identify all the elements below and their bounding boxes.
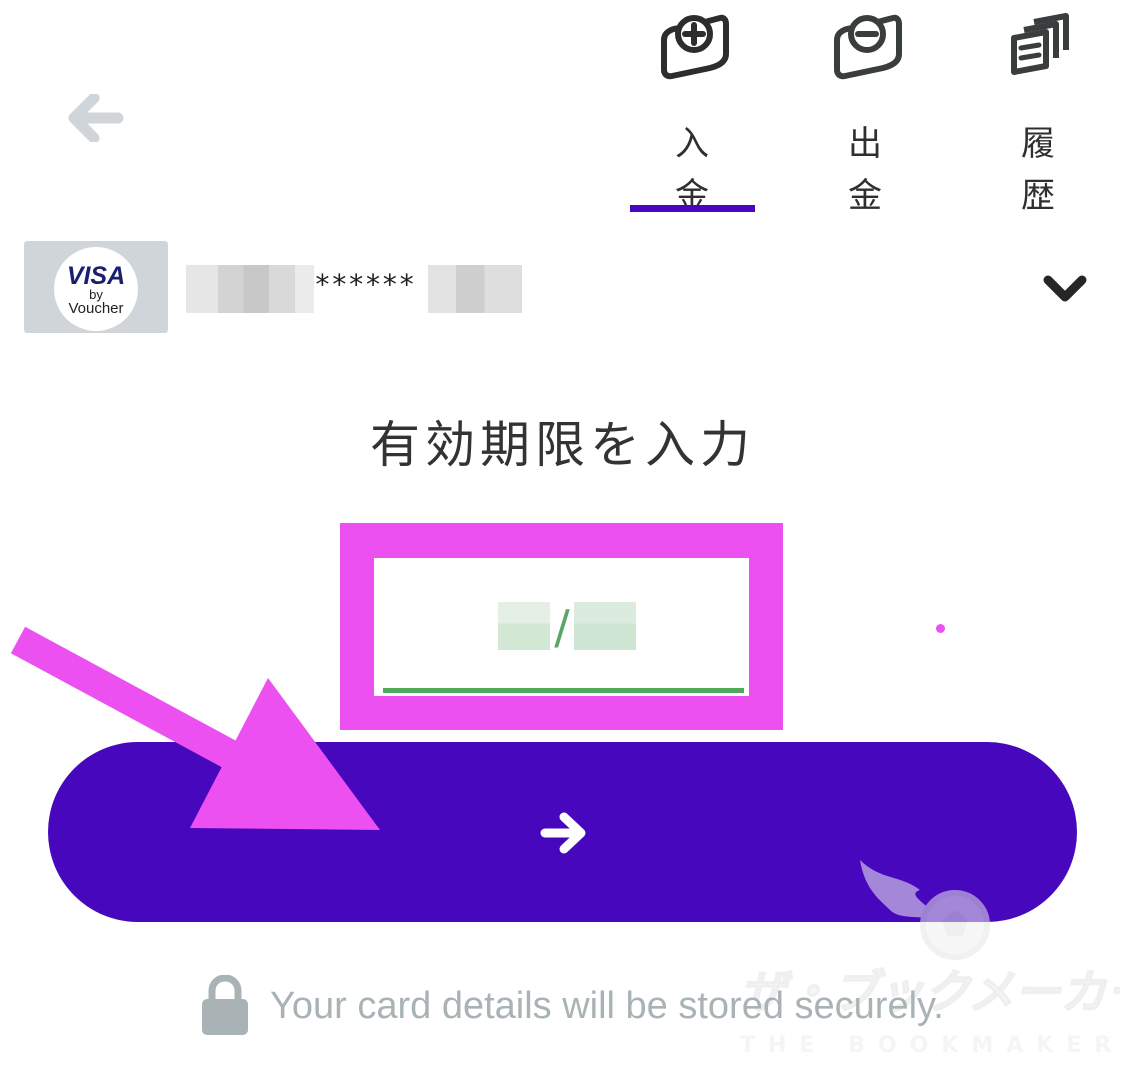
card-number-redacted-start — [186, 265, 314, 313]
back-arrow-icon[interactable] — [68, 92, 124, 144]
tab-deposit[interactable]: 入 金 — [627, 10, 757, 216]
tab-history[interactable]: 履 歴 — [973, 10, 1103, 216]
expiry-year-redacted — [574, 602, 636, 650]
expiry-month-redacted — [498, 602, 550, 650]
active-tab-indicator — [630, 205, 755, 212]
tab-withdraw[interactable]: 出 金 — [800, 10, 930, 216]
expiry-date-input[interactable]: / — [374, 558, 749, 696]
tab-withdraw-label: 出 金 — [848, 124, 882, 216]
lock-icon — [200, 974, 250, 1037]
arrow-right-icon — [540, 812, 588, 854]
tab-history-label: 履 歴 — [1021, 124, 1055, 216]
wallet-plus-icon — [658, 10, 730, 82]
page-title: 有効期限を入力 — [370, 416, 755, 474]
card-logo: VISA by Voucher — [24, 241, 168, 333]
visa-voucher-logo: VISA by Voucher — [54, 247, 138, 331]
card-selector[interactable]: VISA by Voucher ****** — [24, 241, 1094, 334]
chevron-down-icon[interactable] — [1042, 274, 1088, 306]
visa-voucher-text: Voucher — [68, 300, 124, 317]
card-number-redacted-end — [428, 265, 522, 313]
annotation-dot — [936, 624, 945, 633]
wallet-minus-icon — [831, 10, 903, 82]
secure-notice: Your card details will be stored securel… — [200, 974, 1000, 1039]
annotation-arrow — [0, 620, 400, 840]
input-underline — [383, 688, 744, 693]
secure-notice-text: Your card details will be stored securel… — [270, 985, 944, 1027]
card-number-masked: ****** — [314, 268, 416, 301]
expiry-separator: / — [554, 600, 570, 654]
visa-brand-text: VISA — [66, 262, 126, 290]
history-documents-icon — [1004, 10, 1076, 82]
